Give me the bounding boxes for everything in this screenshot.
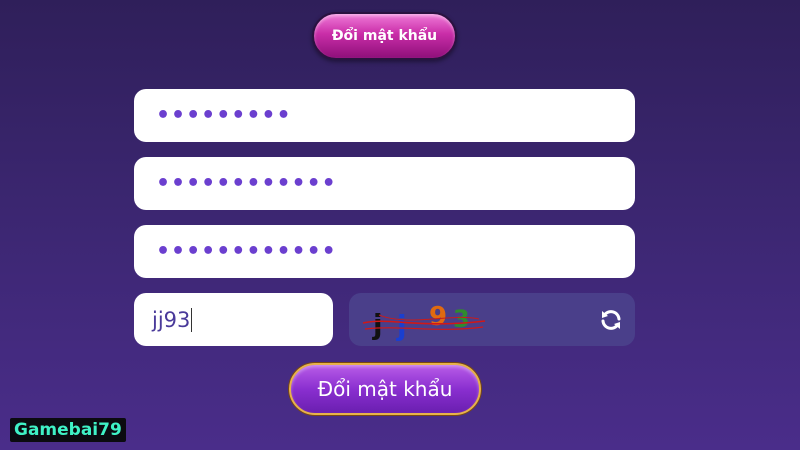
captcha-panel: j j 9 3 bbox=[349, 293, 635, 346]
new-password-field[interactable]: •••••••••••• bbox=[134, 157, 635, 210]
captcha-input[interactable]: jj93 bbox=[134, 293, 333, 346]
captcha-char-2: j bbox=[396, 309, 407, 341]
new-password-mask: •••••••••••• bbox=[156, 170, 337, 196]
change-password-tab-button[interactable]: Đổi mật khẩu bbox=[312, 12, 457, 60]
captcha-image: j j 9 3 bbox=[362, 302, 486, 341]
confirm-password-mask: •••••••••••• bbox=[156, 238, 337, 264]
submit-change-password-button[interactable]: Đổi mật khẩu bbox=[289, 363, 481, 415]
refresh-icon[interactable] bbox=[599, 308, 623, 332]
captcha-char-3: 9 bbox=[429, 302, 447, 332]
confirm-password-field[interactable]: •••••••••••• bbox=[134, 225, 635, 278]
captcha-char-1: j bbox=[372, 308, 383, 341]
current-password-field[interactable]: ••••••••• bbox=[134, 89, 635, 142]
text-caret bbox=[191, 307, 193, 332]
current-password-mask: ••••••••• bbox=[156, 102, 292, 128]
captcha-input-value: jj93 bbox=[152, 307, 191, 332]
brand-watermark: Gamebai79 bbox=[10, 418, 126, 442]
